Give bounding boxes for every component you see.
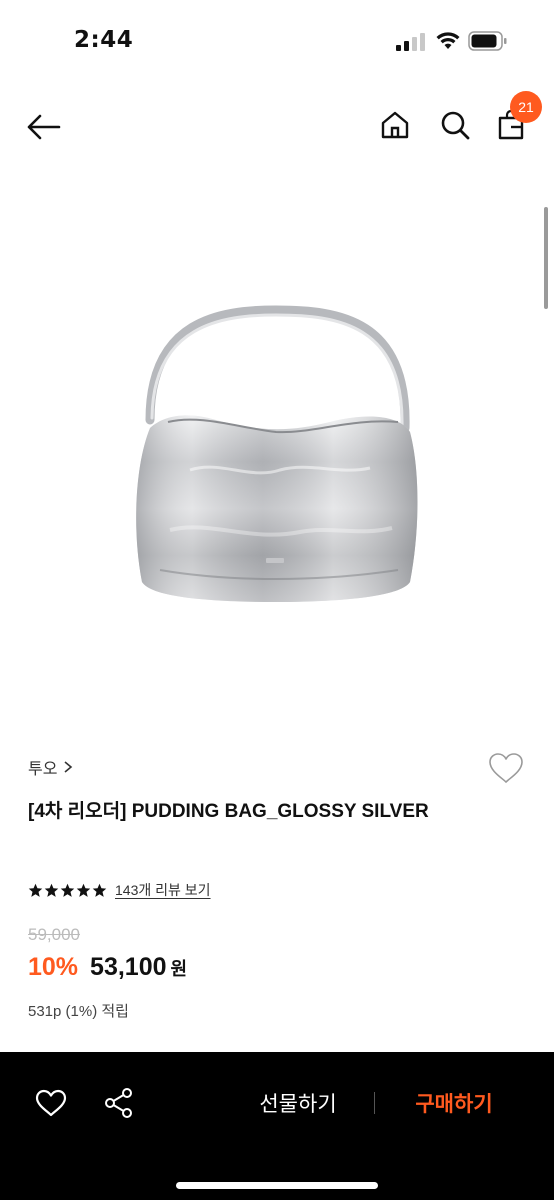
top-navigation: 21: [0, 84, 554, 170]
bottom-action-bar: 선물하기 구매하기: [0, 1052, 554, 1200]
cellular-signal-icon: [396, 33, 425, 51]
product-image[interactable]: [0, 170, 554, 730]
share-icon: [105, 1088, 132, 1118]
currency-label: 원: [170, 959, 188, 979]
product-title: [4차 리오더] PUDDING BAG_GLOSSY SILVER: [28, 801, 429, 822]
battery-icon: [468, 31, 507, 51]
heart-outline-icon: [489, 753, 523, 783]
bottom-wishlist-button[interactable]: [32, 1085, 70, 1121]
discount-rate: 10%: [28, 953, 79, 981]
status-time: 2:44: [74, 27, 134, 53]
wishlist-button[interactable]: [484, 748, 528, 788]
status-bar: 2:44: [0, 0, 554, 84]
home-icon: [381, 111, 409, 139]
sale-price: 53,100: [90, 953, 167, 981]
star-icon: [28, 883, 43, 897]
home-indicator[interactable]: [176, 1182, 378, 1189]
rating-stars: [28, 883, 107, 898]
star-icon: [44, 883, 59, 897]
brand-name: 투오: [28, 759, 58, 778]
original-price: 59,000: [28, 925, 80, 944]
search-icon: [441, 111, 470, 140]
heart-icon: [35, 1089, 67, 1117]
star-icon: [60, 883, 75, 897]
silver-handbag-image: [136, 305, 418, 602]
buy-button[interactable]: 구매하기: [390, 1078, 518, 1128]
search-button[interactable]: [434, 104, 476, 146]
arrow-left-icon: [27, 114, 61, 140]
chevron-right-icon: [64, 761, 73, 773]
rating-row: 143개 리뷰 보기: [28, 880, 211, 900]
reward-points: 531p (1%) 적립: [28, 1003, 129, 1020]
star-icon: [92, 883, 107, 897]
gift-button[interactable]: 선물하기: [236, 1078, 360, 1128]
back-button[interactable]: [22, 106, 64, 148]
share-button[interactable]: [100, 1085, 138, 1121]
star-icon: [76, 883, 91, 897]
cart-count-badge: 21: [510, 91, 542, 123]
price-row: 10% 53,100 원: [28, 953, 187, 982]
brand-link[interactable]: 투오: [28, 755, 73, 779]
home-button[interactable]: [374, 104, 416, 146]
review-link[interactable]: 143개 리뷰 보기: [115, 880, 211, 900]
divider: [374, 1092, 375, 1114]
wifi-icon: [436, 32, 460, 49]
